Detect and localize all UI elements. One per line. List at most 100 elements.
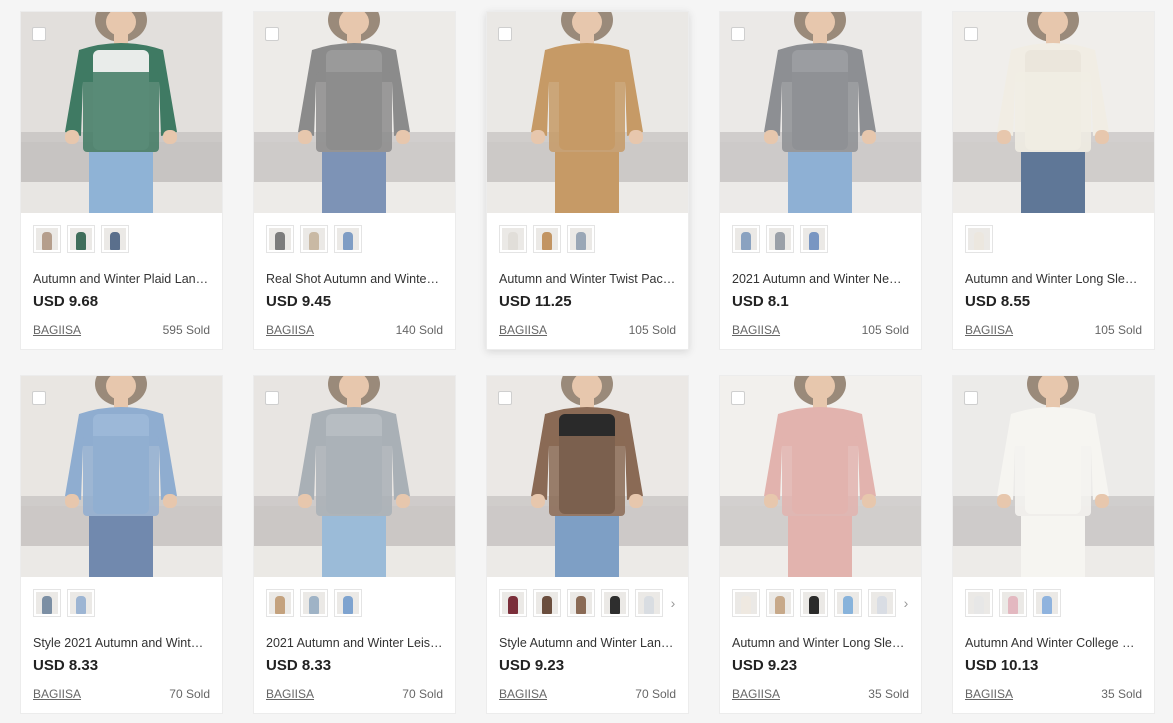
color-swatch[interactable] <box>533 225 561 253</box>
select-checkbox[interactable] <box>964 27 978 41</box>
product-photo <box>953 12 1154 213</box>
select-checkbox[interactable] <box>498 391 512 405</box>
product-image[interactable] <box>487 376 688 577</box>
store-link[interactable]: BAGIISA <box>965 323 1013 337</box>
color-swatch[interactable] <box>33 589 61 617</box>
select-checkbox[interactable] <box>32 391 46 405</box>
product-title[interactable]: Autumn And Winter College Style V-neck S… <box>965 635 1142 651</box>
store-link[interactable]: BAGIISA <box>499 687 547 701</box>
color-swatch[interactable] <box>965 225 993 253</box>
product-image[interactable] <box>953 12 1154 213</box>
product-image[interactable] <box>254 376 455 577</box>
product-card-8[interactable]: › Style Autumn and Winter Lantern Sleeve… <box>486 375 689 714</box>
color-swatch[interactable] <box>732 225 760 253</box>
color-swatch[interactable] <box>567 589 595 617</box>
chevron-right-icon[interactable]: › <box>897 589 915 617</box>
swatch-garment <box>741 596 751 614</box>
color-swatch[interactable] <box>334 225 362 253</box>
product-title[interactable]: 2021 Autumn and Winter Leisure Cold Shou… <box>266 635 443 651</box>
product-image[interactable] <box>21 12 222 213</box>
store-link[interactable]: BAGIISA <box>732 687 780 701</box>
select-checkbox[interactable] <box>964 391 978 405</box>
color-swatch[interactable] <box>834 589 862 617</box>
product-card-10[interactable]: Autumn And Winter College Style V-neck S… <box>952 375 1155 714</box>
chevron-right-icon[interactable]: › <box>664 589 682 617</box>
color-swatch[interactable] <box>33 225 61 253</box>
swatch-garment <box>76 596 86 614</box>
product-image[interactable] <box>254 12 455 213</box>
product-meta: BAGIISA 70 Sold <box>266 687 443 701</box>
color-swatch[interactable] <box>300 589 328 617</box>
product-title[interactable]: Autumn and Winter Plaid Lantern Sleeve S… <box>33 271 210 287</box>
color-swatch[interactable] <box>635 589 663 617</box>
store-link[interactable]: BAGIISA <box>732 323 780 337</box>
color-swatch[interactable] <box>67 589 95 617</box>
product-title[interactable]: 2021 Autumn and Winter New Cable Knit Cr… <box>732 271 909 287</box>
product-meta: BAGIISA 140 Sold <box>266 323 443 337</box>
sold-count: 105 Sold <box>861 323 909 337</box>
swatch-garment <box>76 232 86 250</box>
color-swatch[interactable] <box>999 589 1027 617</box>
product-card-2[interactable]: Real Shot Autumn and Winter Loose V-neck… <box>253 11 456 350</box>
product-price: USD 9.68 <box>33 293 99 310</box>
color-swatch[interactable] <box>800 589 828 617</box>
store-link[interactable]: BAGIISA <box>33 323 81 337</box>
color-swatch[interactable] <box>67 225 95 253</box>
product-card-1[interactable]: Autumn and Winter Plaid Lantern Sleeve S… <box>20 11 223 350</box>
product-card-9[interactable]: › Autumn and Winter Long Sleeve Off Shou… <box>719 375 922 714</box>
swatch-garment <box>275 596 285 614</box>
product-card-3[interactable]: Autumn and Winter Twist Package Hip Swea… <box>486 11 689 350</box>
color-swatches <box>953 577 1154 619</box>
product-card-5[interactable]: Autumn and Winter Long Sleeve Wrap Tie S… <box>952 11 1155 350</box>
select-checkbox[interactable] <box>265 27 279 41</box>
product-title[interactable]: Style Autumn and Winter Lantern Sleeve C… <box>499 635 676 651</box>
swatch-garment <box>877 596 887 614</box>
product-title[interactable]: Real Shot Autumn and Winter Loose V-neck… <box>266 271 443 287</box>
select-checkbox[interactable] <box>731 391 745 405</box>
product-price: USD 9.45 <box>266 293 332 310</box>
select-checkbox[interactable] <box>265 391 279 405</box>
color-swatch[interactable] <box>732 589 760 617</box>
product-title[interactable]: Autumn and Winter Long Sleeve Wrap Tie S… <box>965 271 1142 287</box>
store-link[interactable]: BAGIISA <box>499 323 547 337</box>
store-link[interactable]: BAGIISA <box>266 687 314 701</box>
product-image[interactable] <box>720 12 921 213</box>
product-image[interactable] <box>720 376 921 577</box>
product-image[interactable] <box>21 376 222 577</box>
color-swatch[interactable] <box>499 589 527 617</box>
color-swatch[interactable] <box>567 225 595 253</box>
store-link[interactable]: BAGIISA <box>33 687 81 701</box>
product-card-6[interactable]: Style 2021 Autumn and Winter Off Shoulde… <box>20 375 223 714</box>
store-link[interactable]: BAGIISA <box>266 323 314 337</box>
product-title[interactable]: Autumn and Winter Long Sleeve Off Should… <box>732 635 909 651</box>
select-checkbox[interactable] <box>32 27 46 41</box>
store-link[interactable]: BAGIISA <box>965 687 1013 701</box>
color-swatch[interactable] <box>800 225 828 253</box>
product-image[interactable] <box>953 376 1154 577</box>
color-swatch[interactable] <box>533 589 561 617</box>
swatch-garment <box>741 232 751 250</box>
swatch-garment <box>843 596 853 614</box>
product-meta: BAGIISA 105 Sold <box>965 323 1142 337</box>
color-swatch[interactable] <box>868 589 896 617</box>
product-photo <box>254 12 455 213</box>
color-swatch[interactable] <box>101 225 129 253</box>
color-swatch[interactable] <box>601 589 629 617</box>
color-swatch[interactable] <box>266 225 294 253</box>
color-swatch[interactable] <box>266 589 294 617</box>
color-swatch[interactable] <box>334 589 362 617</box>
product-image[interactable] <box>487 12 688 213</box>
select-checkbox[interactable] <box>731 27 745 41</box>
color-swatch[interactable] <box>499 225 527 253</box>
color-swatch[interactable] <box>766 225 794 253</box>
product-price: USD 8.33 <box>33 657 99 674</box>
color-swatch[interactable] <box>1033 589 1061 617</box>
select-checkbox[interactable] <box>498 27 512 41</box>
product-title[interactable]: Style 2021 Autumn and Winter Off Shoulde… <box>33 635 210 651</box>
color-swatch[interactable] <box>965 589 993 617</box>
product-card-7[interactable]: 2021 Autumn and Winter Leisure Cold Shou… <box>253 375 456 714</box>
product-card-4[interactable]: 2021 Autumn and Winter New Cable Knit Cr… <box>719 11 922 350</box>
product-title[interactable]: Autumn and Winter Twist Package Hip Swea… <box>499 271 676 287</box>
color-swatch[interactable] <box>300 225 328 253</box>
color-swatch[interactable] <box>766 589 794 617</box>
